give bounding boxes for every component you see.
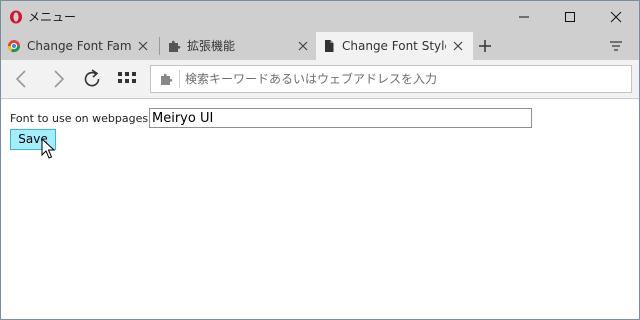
reload-icon[interactable] [81, 68, 103, 90]
minimize-icon [519, 16, 529, 17]
minimize-button[interactable] [501, 1, 547, 32]
title-bar: メニュー [1, 1, 639, 32]
tab-close-icon[interactable] [451, 39, 465, 53]
maximize-icon [565, 11, 575, 22]
close-icon [610, 11, 622, 22]
tab-close-icon[interactable] [296, 39, 310, 53]
forward-arrow-icon[interactable] [47, 68, 69, 90]
page-content: Font to use on webpages: Save [1, 100, 639, 319]
browser-window: メニュー Change Font Fam 拡張機能 Change Font St… [0, 0, 640, 320]
back-arrow-icon[interactable] [11, 68, 33, 90]
font-label: Font to use on webpages: [10, 112, 152, 125]
plus-icon[interactable] [477, 38, 493, 54]
tab-title: Change Font Style C [342, 39, 446, 53]
tab-change-font-style[interactable]: Change Font Style C [316, 32, 473, 60]
puzzle-icon [169, 40, 181, 52]
speed-dial-grid-icon[interactable] [116, 68, 138, 90]
tab-title: 拡張機能 [187, 39, 236, 53]
tab-extensions[interactable]: 拡張機能 [161, 32, 318, 60]
address-separator [179, 70, 180, 88]
opera-logo-icon[interactable] [9, 10, 23, 24]
puzzle-icon[interactable] [159, 72, 173, 86]
font-name-input[interactable] [149, 108, 532, 128]
menu-label[interactable]: メニュー [28, 9, 76, 25]
tab-change-font-family[interactable]: Change Font Family [1, 32, 158, 60]
mouse-cursor-icon [41, 138, 55, 159]
address-bar-row [1, 60, 639, 99]
chrome-favicon-icon [7, 40, 20, 53]
tab-strip: Change Font Family 拡張機能 Change Font Styl… [1, 32, 639, 60]
tab-title: Change Font Family [27, 39, 131, 53]
document-icon [325, 40, 334, 52]
tab-menu-icon[interactable] [608, 38, 624, 54]
tab-close-icon[interactable] [136, 39, 150, 53]
address-input[interactable] [185, 69, 615, 89]
address-bar[interactable] [150, 65, 632, 93]
close-window-button[interactable] [593, 1, 639, 32]
maximize-button[interactable] [547, 1, 593, 32]
tab-separator [159, 37, 160, 55]
